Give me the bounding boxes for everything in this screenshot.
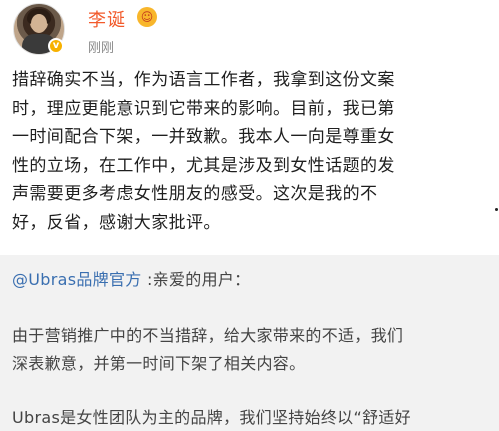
quoted-greeting: :亲爱的用户： xyxy=(141,270,251,289)
avatar-face xyxy=(31,14,47,33)
quoted-line: 深表歉意，并第一时间下架了相关内容。 xyxy=(12,354,306,373)
post-line: 时，理应更能意识到它带来的影响。目前，我已第 xyxy=(12,98,395,119)
username[interactable]: 李诞 xyxy=(88,6,126,32)
post-line: 一时间配合下架，一并致歉。我本人一向是尊重女 xyxy=(12,127,395,147)
emoji-badge-icon: ☺ xyxy=(137,7,157,27)
mention-link[interactable]: @Ubras品牌官方 xyxy=(12,270,142,289)
post-header: v 李诞 ☺ 刚刚 xyxy=(0,0,499,62)
quoted-header: @Ubras品牌官方 :亲爱的用户： xyxy=(12,266,250,290)
quoted-line: 由于营销推广中的不当措辞，给大家带来的不适，我们 xyxy=(12,326,404,345)
quoted-post[interactable]: @Ubras品牌官方 :亲爱的用户： 由于营销推广中的不当措辞，给大家带来的不适… xyxy=(0,255,499,431)
post-line: 好，反省，感谢大家批评。 xyxy=(12,212,221,233)
verified-icon: v xyxy=(48,38,64,54)
post-line: 措辞确实不当，作为语言工作者，我拿到这份文案 xyxy=(12,70,395,90)
post-line: 性的立场，在工作中，尤其是涉及到女性话题的发 xyxy=(12,155,395,176)
post-body: 措辞确实不当，作为语言工作者，我拿到这份文案 时，理应更能意识到它带来的影响。目… xyxy=(12,66,498,237)
quoted-line: Ubras是女性团队为主的品牌，我们坚持始终以“舒适好 xyxy=(12,408,411,427)
post-line: 声需要更多考虑女性朋友的感受。这次是我的不 xyxy=(12,184,378,204)
dot-mark xyxy=(495,208,498,211)
post-timestamp[interactable]: 刚刚 xyxy=(88,37,114,56)
